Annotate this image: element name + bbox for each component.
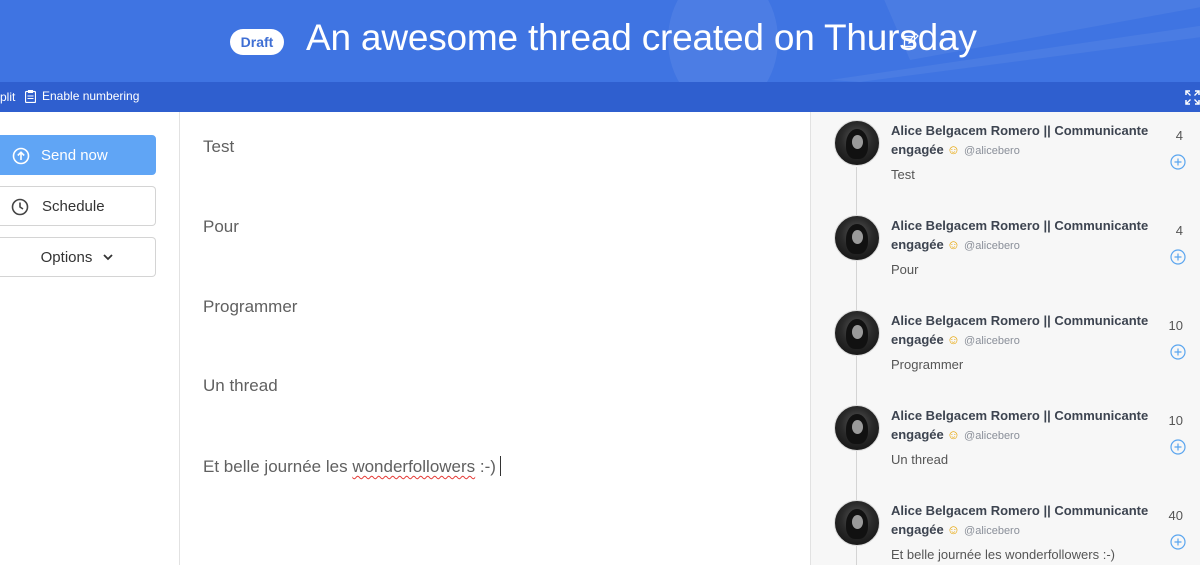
send-now-label: Send now xyxy=(41,147,108,164)
preview-text: Un thread xyxy=(891,452,949,467)
wink-emoji-icon: ☺ xyxy=(946,332,961,347)
edit-icon[interactable] xyxy=(903,33,919,49)
author-name: Alice Belgacem Romero || Communicante en… xyxy=(891,503,1149,537)
header-bar: Draft An awesome thread created on Thurs… xyxy=(0,0,1200,82)
char-count: 40 xyxy=(1168,508,1183,523)
preview-tweet: Alice Belgacem Romero || Communicante en… xyxy=(811,492,1200,565)
options-label: Options xyxy=(40,248,93,266)
send-now-button[interactable]: Send now xyxy=(0,135,156,175)
author-handle: @alicebero xyxy=(964,240,1020,252)
author-name: Alice Belgacem Romero || Communicante en… xyxy=(891,313,1149,347)
char-count: 10 xyxy=(1168,318,1183,333)
wink-emoji-icon: ☺ xyxy=(946,522,961,537)
enable-numbering-label: Enable numbering xyxy=(42,89,140,103)
add-tweet-icon[interactable] xyxy=(1170,534,1186,550)
add-tweet-icon[interactable] xyxy=(1170,249,1186,265)
schedule-button[interactable]: Schedule xyxy=(0,186,156,226)
avatar xyxy=(834,215,880,261)
editor-tweet-active[interactable]: Et belle journée les wonderfollowers :-) xyxy=(203,456,501,477)
add-tweet-icon[interactable] xyxy=(1170,344,1186,360)
chevron-down-icon xyxy=(103,254,113,261)
author-handle: @alicebero xyxy=(964,145,1020,157)
wink-emoji-icon: ☺ xyxy=(946,427,961,442)
preview-tweet: Alice Belgacem Romero || Communicante en… xyxy=(811,397,1200,492)
draft-badge: Draft xyxy=(230,29,284,55)
fullscreen-icon[interactable] xyxy=(1185,90,1200,105)
misspelled-word: wonderfollowers xyxy=(352,457,476,476)
editor-tweet[interactable]: Pour xyxy=(203,217,239,237)
arrow-up-circle-icon xyxy=(12,147,30,165)
preview-text: Pour xyxy=(891,262,919,277)
preview-text: Et belle journée les wonderfollowers :-) xyxy=(891,547,1115,562)
preview-tweet: Alice Belgacem Romero || Communicante en… xyxy=(811,207,1200,302)
preview-text: Programmer xyxy=(891,357,964,372)
text-caret xyxy=(499,456,501,476)
wink-emoji-icon: ☺ xyxy=(946,142,961,157)
author-handle: @alicebero xyxy=(964,430,1020,442)
author-name: Alice Belgacem Romero || Communicante en… xyxy=(891,218,1149,252)
add-tweet-icon[interactable] xyxy=(1170,154,1186,170)
author-handle: @alicebero xyxy=(964,525,1020,537)
preview-text: Test xyxy=(891,167,915,182)
editor-tweet[interactable]: Un thread xyxy=(203,376,278,396)
avatar xyxy=(834,500,880,546)
thread-title[interactable]: An awesome thread created on Thursday xyxy=(306,17,977,59)
split-button[interactable]: plit xyxy=(0,90,15,104)
actions-panel: Send now Schedule Options xyxy=(0,112,180,565)
preview-tweet: Alice Belgacem Romero || Communicante en… xyxy=(811,302,1200,397)
thread-editor[interactable]: Test Pour Programmer Un thread Et belle … xyxy=(180,112,810,565)
thread-preview: Alice Belgacem Romero || Communicante en… xyxy=(810,112,1200,565)
schedule-label: Schedule xyxy=(42,198,105,215)
preview-tweet: Alice Belgacem Romero || Communicante en… xyxy=(811,112,1200,207)
char-count: 4 xyxy=(1175,223,1183,238)
avatar xyxy=(834,310,880,356)
add-tweet-icon[interactable] xyxy=(1170,439,1186,455)
editor-tweet[interactable]: Test xyxy=(203,137,234,157)
editor-text: Et belle journée les xyxy=(203,457,353,476)
avatar xyxy=(834,405,880,451)
char-count: 10 xyxy=(1168,413,1183,428)
avatar xyxy=(834,120,880,166)
clock-icon xyxy=(11,198,29,216)
wink-emoji-icon: ☺ xyxy=(946,237,961,252)
author-handle: @alicebero xyxy=(964,335,1020,347)
author-name: Alice Belgacem Romero || Communicante en… xyxy=(891,123,1149,157)
toolbar: plit Enable numbering xyxy=(0,82,1200,112)
author-name: Alice Belgacem Romero || Communicante en… xyxy=(891,408,1149,442)
char-count: 4 xyxy=(1175,128,1183,143)
editor-tweet[interactable]: Programmer xyxy=(203,297,297,317)
numbering-icon xyxy=(25,89,36,103)
enable-numbering-button[interactable]: Enable numbering xyxy=(25,89,139,103)
options-dropdown[interactable]: Options xyxy=(0,237,156,277)
editor-text: :-) xyxy=(475,457,496,476)
